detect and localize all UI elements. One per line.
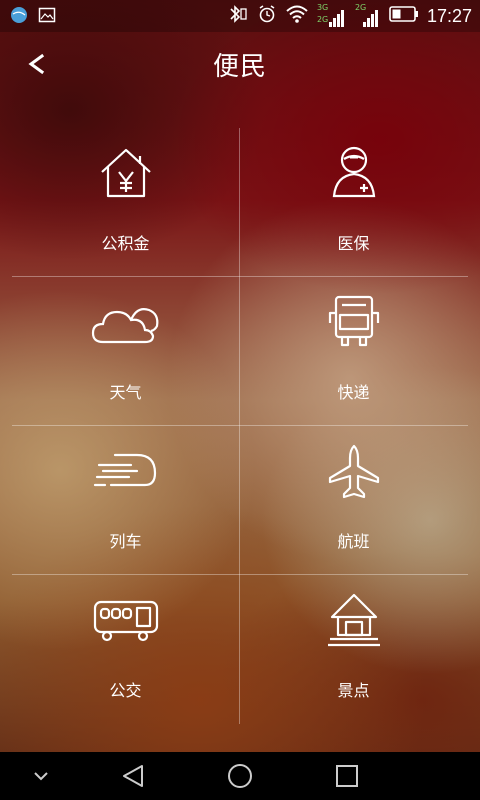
truck-icon <box>319 293 389 353</box>
nav-recents-button[interactable] <box>332 762 362 790</box>
navigation-bar <box>0 752 480 800</box>
train-icon <box>91 442 161 502</box>
pavilion-icon <box>319 591 389 651</box>
house-yen-icon <box>91 144 161 204</box>
service-label: 公积金 <box>101 234 150 253</box>
signal-sim2-icon: 2G <box>355 3 381 29</box>
service-train[interactable]: 列车 <box>12 426 239 574</box>
back-button[interactable] <box>16 44 56 84</box>
service-label: 天气 <box>109 383 142 402</box>
bluetooth-vibrate-icon <box>227 4 249 29</box>
circle-home-icon <box>228 764 252 788</box>
alarm-icon <box>257 4 277 29</box>
wifi-icon <box>285 4 309 29</box>
airplane-icon <box>319 442 389 502</box>
triangle-back-icon <box>123 765 143 787</box>
cloud-icon <box>91 293 161 353</box>
signal-sim1-icon: 3G 2G <box>316 2 347 29</box>
service-weather[interactable]: 天气 <box>12 277 239 425</box>
service-label: 景点 <box>337 681 370 700</box>
service-housing-fund[interactable]: 公积金 <box>12 128 239 276</box>
image-notification-icon <box>38 6 56 29</box>
chevron-down-icon <box>34 772 48 781</box>
service-scenic-spots[interactable]: 景点 <box>240 575 467 723</box>
square-recents-icon <box>336 765 358 787</box>
page-title: 便民 <box>212 51 267 82</box>
globe-notification-icon <box>10 6 28 29</box>
nurse-icon <box>319 144 389 204</box>
nav-back-button[interactable] <box>118 762 148 790</box>
service-grid: 公积金 医保 天气 快递 列车 航班 公交 景点 <box>12 128 468 724</box>
battery-icon <box>389 5 419 28</box>
service-medical-insurance[interactable]: 医保 <box>240 128 467 276</box>
service-label: 快递 <box>337 383 370 402</box>
network-type-label: 2G <box>316 14 329 24</box>
hide-keyboard-button[interactable] <box>26 762 56 790</box>
network-type-label: 3G <box>316 2 329 12</box>
status-bar: 3G 2G 2G 17:27 <box>0 0 480 32</box>
nav-home-button[interactable] <box>225 762 255 790</box>
service-express-delivery[interactable]: 快递 <box>240 277 467 425</box>
service-label: 公交 <box>109 681 142 700</box>
status-time: 17:27 <box>426 6 472 26</box>
header: 便民 <box>0 32 480 96</box>
service-label: 航班 <box>337 532 370 551</box>
bus-icon <box>91 591 161 651</box>
service-bus[interactable]: 公交 <box>12 575 239 723</box>
service-label: 医保 <box>337 234 370 253</box>
service-label: 列车 <box>109 532 142 551</box>
service-flight[interactable]: 航班 <box>240 426 467 574</box>
chevron-left-icon <box>28 53 45 75</box>
